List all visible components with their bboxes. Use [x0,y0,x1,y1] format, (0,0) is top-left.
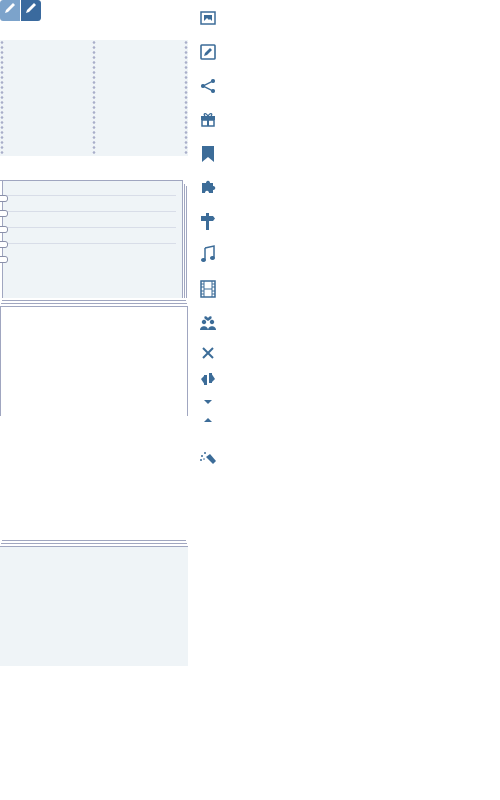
bookmark-icon[interactable] [198,144,218,164]
ring [0,241,8,248]
film-icon[interactable] [198,279,218,299]
blue-paper-stack [0,540,188,666]
swap-icon[interactable] [198,369,218,389]
picture-icon[interactable] [198,8,218,28]
puzzle-icon[interactable] [198,177,218,197]
share-icon[interactable] [198,76,218,96]
pencil-dark-button[interactable] [21,0,41,21]
pencil-icon [24,1,38,20]
perforation-right [184,40,188,156]
ring [0,210,8,217]
triangle-down-icon[interactable] [198,392,218,412]
music-icon[interactable] [198,244,218,264]
couple-icon[interactable] [198,312,218,332]
perforation-left [0,40,4,156]
pencil-light-button[interactable] [0,0,20,21]
pencil-icon [3,1,17,20]
ring [0,195,8,202]
ring [0,226,8,233]
magic-wand-icon[interactable] [198,447,218,467]
ring [0,256,8,263]
perforation-middle [92,40,96,156]
edit-icon[interactable] [198,42,218,62]
ringed-notebook [0,180,188,298]
gift-icon[interactable] [198,109,218,129]
white-paper-stack [0,300,188,416]
close-icon[interactable] [198,343,218,363]
signpost-icon[interactable] [198,212,218,232]
triangle-up-icon[interactable] [198,410,218,430]
